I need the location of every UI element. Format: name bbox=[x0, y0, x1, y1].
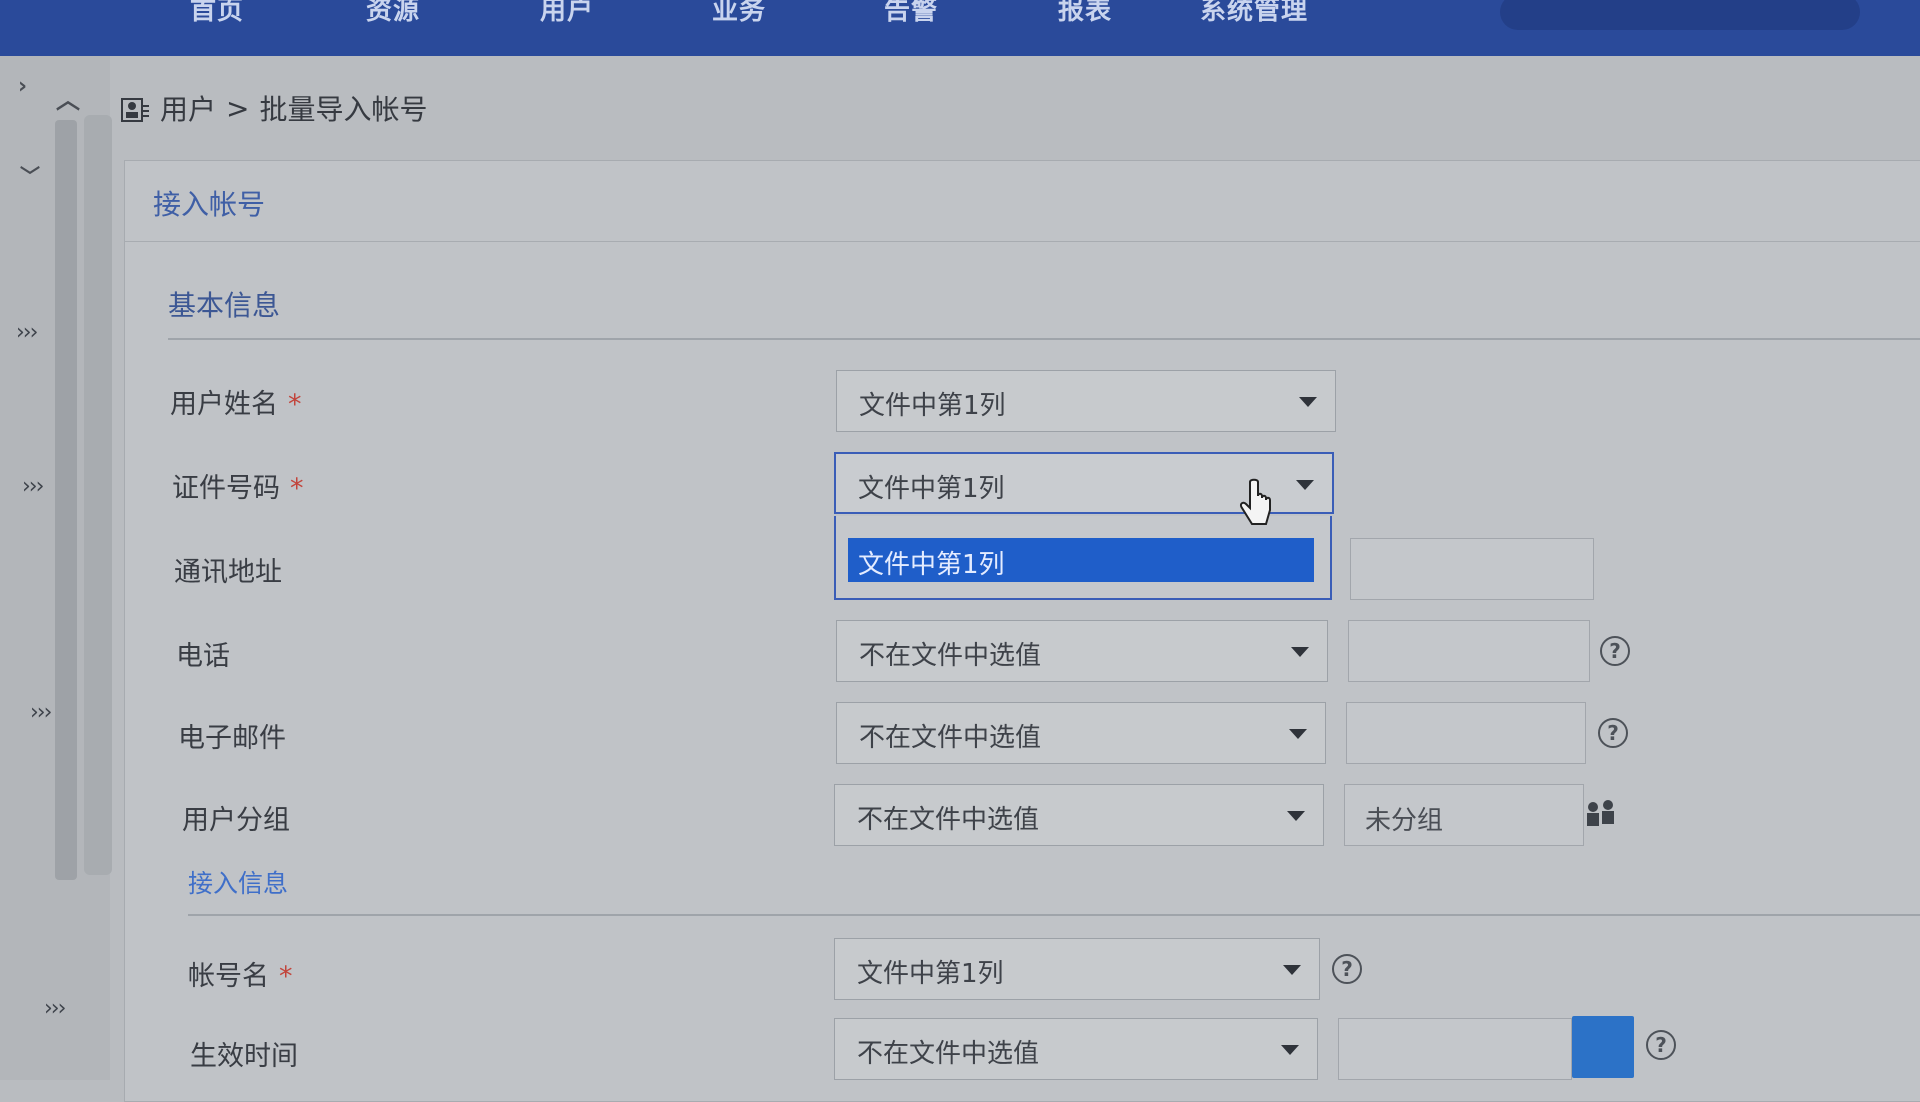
caret-down-icon bbox=[1299, 397, 1317, 407]
chevron-down-icon[interactable]: ﹀ bbox=[20, 160, 40, 189]
address-label: 通讯地址 bbox=[174, 557, 282, 588]
top-nav-bar: 首页 资源 用户 业务 告警 报表 系统管理 bbox=[0, 0, 1920, 56]
caret-down-icon bbox=[1296, 480, 1314, 490]
breadcrumb-current: 批量导入帐号 bbox=[259, 93, 428, 126]
phone-input[interactable] bbox=[1348, 620, 1590, 682]
phone-column-select[interactable]: 不在文件中选值 bbox=[836, 620, 1328, 682]
account-name-column-select[interactable]: 文件中第1列 bbox=[834, 938, 1320, 1000]
breadcrumb-separator: > bbox=[226, 91, 250, 125]
effective-time-input[interactable] bbox=[1338, 1018, 1572, 1080]
expand-icon[interactable]: ››› bbox=[44, 996, 66, 1021]
user-card-icon bbox=[121, 98, 149, 122]
group-column-select[interactable]: 不在文件中选值 bbox=[834, 784, 1324, 846]
address-input[interactable] bbox=[1350, 538, 1594, 600]
panel-header: 接入帐号 bbox=[125, 161, 1920, 242]
nav-item-users[interactable]: 用户 bbox=[540, 0, 594, 27]
group-label: 用户分组 bbox=[182, 805, 290, 836]
section-divider bbox=[188, 914, 1920, 916]
panel-title: 接入帐号 bbox=[153, 188, 266, 221]
email-column-select[interactable]: 不在文件中选值 bbox=[836, 702, 1326, 764]
section-title-access: 接入信息 bbox=[188, 869, 289, 898]
chevron-right-icon[interactable]: › bbox=[18, 74, 27, 99]
name-label: 用户姓名 * bbox=[170, 389, 302, 420]
section-divider bbox=[168, 338, 1920, 340]
expand-icon[interactable]: ››› bbox=[16, 320, 38, 345]
effective-time-column-select[interactable]: 不在文件中选值 bbox=[834, 1018, 1318, 1080]
caret-down-icon bbox=[1281, 1045, 1299, 1055]
sidebar-scrollbar-track[interactable] bbox=[55, 120, 77, 880]
nav-item-reports[interactable]: 报表 bbox=[1058, 0, 1112, 27]
user-group-icon[interactable] bbox=[1584, 798, 1618, 828]
email-label: 电子邮件 bbox=[178, 723, 286, 754]
email-input[interactable] bbox=[1346, 702, 1586, 764]
help-icon[interactable]: ? bbox=[1600, 636, 1630, 666]
name-column-select[interactable]: 文件中第1列 bbox=[836, 370, 1336, 432]
id-number-label: 证件号码 * bbox=[172, 473, 304, 504]
section-title-basic: 基本信息 bbox=[168, 289, 281, 322]
help-icon[interactable]: ? bbox=[1332, 954, 1362, 984]
caret-down-icon bbox=[1287, 811, 1305, 821]
caret-down-icon bbox=[1291, 647, 1309, 657]
nav-item-business[interactable]: 业务 bbox=[712, 0, 766, 27]
help-icon[interactable]: ? bbox=[1646, 1030, 1676, 1060]
caret-down-icon bbox=[1283, 965, 1301, 975]
nav-item-system-management[interactable]: 系统管理 bbox=[1200, 0, 1308, 27]
breadcrumb-root[interactable]: 用户 bbox=[160, 88, 216, 128]
nav-item-resources[interactable]: 资源 bbox=[366, 0, 420, 27]
caret-down-icon bbox=[1289, 729, 1307, 739]
expand-icon[interactable]: ››› bbox=[22, 474, 44, 499]
chevron-up-icon[interactable]: ︿ bbox=[56, 80, 80, 115]
content-scrollbar[interactable] bbox=[84, 115, 112, 875]
nav-item-alarm[interactable]: 告警 bbox=[884, 0, 938, 27]
effective-time-label: 生效时间 bbox=[190, 1041, 298, 1072]
dropdown-option-selected[interactable]: 文件中第1列 bbox=[848, 538, 1314, 582]
expand-icon[interactable]: ››› bbox=[30, 700, 52, 725]
calendar-button[interactable] bbox=[1572, 1016, 1634, 1078]
hand-cursor-icon bbox=[1239, 478, 1271, 525]
breadcrumb: 用户 > 批量导入帐号 bbox=[120, 88, 428, 128]
account-name-label: 帐号名 * bbox=[188, 961, 293, 992]
user-menu[interactable] bbox=[1500, 0, 1860, 30]
help-icon[interactable]: ? bbox=[1598, 718, 1628, 748]
phone-label: 电话 bbox=[176, 641, 230, 672]
group-input[interactable]: 未分组 bbox=[1344, 784, 1584, 846]
nav-item-home[interactable]: 首页 bbox=[190, 0, 244, 27]
